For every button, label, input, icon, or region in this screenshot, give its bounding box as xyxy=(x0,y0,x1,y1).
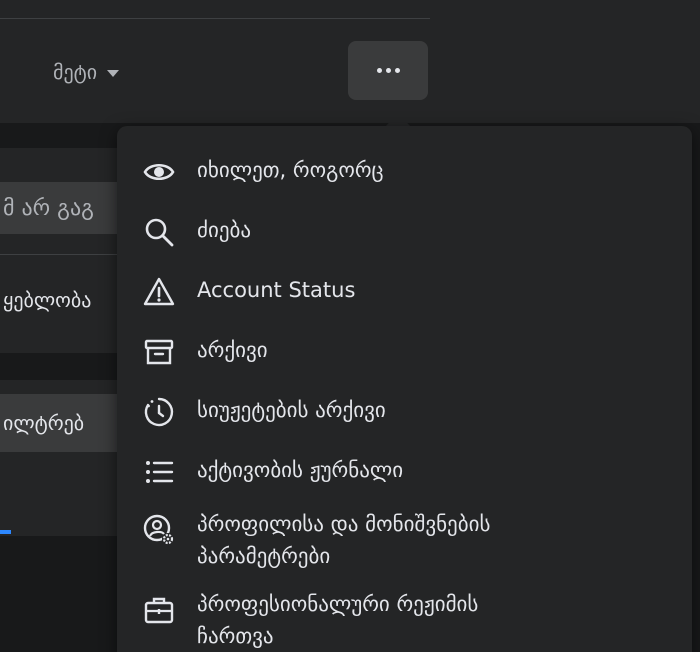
menu-item-view-as[interactable]: იხილეთ, როგორც xyxy=(117,152,692,192)
search-icon xyxy=(141,214,177,250)
warning-icon xyxy=(141,274,177,310)
menu-item-label-line2: ჩართვა xyxy=(197,624,274,648)
menu-item-activity-log[interactable]: აქტივობის ჟურნალი xyxy=(117,452,692,492)
menu-item-label: სიუჟეტების არქივი xyxy=(197,398,386,422)
menu-item-search[interactable]: ძიება xyxy=(117,212,692,252)
more-tab-label: მეტი xyxy=(53,60,98,84)
more-options-menu: იხილეთ, როგორც ძიება Account Status არქი… xyxy=(117,126,692,652)
left-card: მ არ გაგ ყებლობა xyxy=(0,148,133,353)
card-item-label[interactable]: ყებლობა xyxy=(3,288,91,312)
menu-item-label: იხილეთ, როგორც xyxy=(197,158,384,182)
left-filter-card: ილტრებ xyxy=(0,380,133,536)
list-icon xyxy=(141,454,177,490)
story-archive-icon xyxy=(141,394,177,430)
filters-button[interactable]: ილტრებ xyxy=(0,394,133,452)
profile-nav-bar: მეტი xyxy=(0,0,700,123)
dot-icon xyxy=(376,68,382,73)
composer-placeholder: მ არ გაგ xyxy=(3,195,94,221)
menu-item-professional-mode[interactable]: პროფესიონალური რეჟიმის ჩართვა xyxy=(117,588,692,652)
menu-item-label: ძიება xyxy=(197,218,252,242)
page: მეტი მ არ გაგ ყებლობა ილტრებ იხილეთ, როგ… xyxy=(0,0,700,652)
menu-item-story-archive[interactable]: სიუჟეტების არქივი xyxy=(117,392,692,432)
menu-item-label-line1: პროფესიონალური რეჟიმის xyxy=(197,592,479,616)
nav-divider xyxy=(0,18,430,19)
dot-icon xyxy=(385,68,391,73)
profile-settings-icon xyxy=(141,512,177,548)
more-tab[interactable]: მეტი xyxy=(53,56,120,88)
briefcase-icon xyxy=(141,592,177,628)
menu-item-label: Account Status xyxy=(197,278,356,302)
menu-item-archive[interactable]: არქივი xyxy=(117,332,692,372)
more-options-button[interactable] xyxy=(348,41,428,100)
dot-icon xyxy=(394,68,400,73)
caret-down-icon xyxy=(107,69,120,77)
menu-item-account-status[interactable]: Account Status xyxy=(117,272,692,312)
eye-icon xyxy=(141,154,177,190)
menu-item-label: აქტივობის ჟურნალი xyxy=(197,458,404,482)
menu-item-label: არქივი xyxy=(197,338,268,362)
menu-pointer xyxy=(385,113,411,127)
active-tab-indicator xyxy=(0,530,11,534)
card-divider xyxy=(0,254,130,255)
menu-item-label-line2: პარამეტრები xyxy=(197,544,331,568)
menu-item-label-line1: პროფილისა და მონიშვნების xyxy=(197,512,491,536)
post-composer-input[interactable]: მ არ გაგ xyxy=(0,182,133,234)
filters-label: ილტრებ xyxy=(3,411,85,435)
archive-icon xyxy=(141,334,177,370)
menu-item-profile-tagging-settings[interactable]: პროფილისა და მონიშვნების პარამეტრები xyxy=(117,508,692,578)
